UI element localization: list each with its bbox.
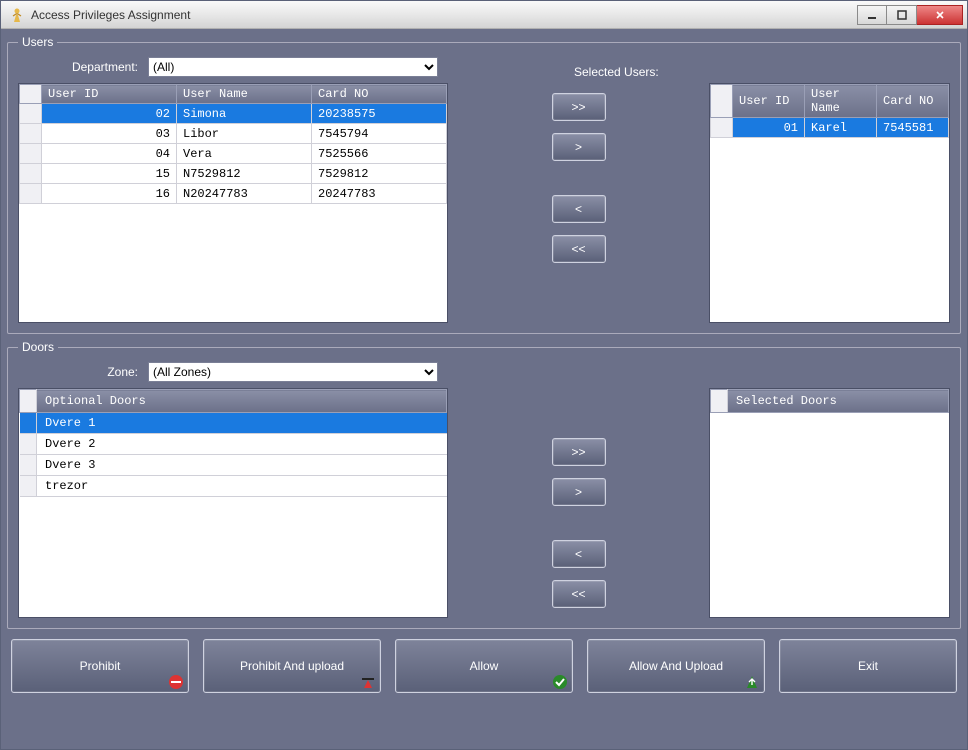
table-row[interactable]: 04Vera7525566 — [20, 144, 447, 164]
column-header[interactable]: User Name — [177, 85, 312, 104]
users-move-all-right-button[interactable]: >> — [552, 93, 606, 121]
table-row[interactable]: Dvere 3 — [20, 455, 447, 476]
column-header[interactable]: User Name — [805, 85, 877, 118]
maximize-button[interactable] — [887, 5, 917, 25]
users-move-right-button[interactable]: > — [552, 133, 606, 161]
exit-button[interactable]: Exit — [779, 639, 957, 693]
allow-icon — [552, 674, 568, 690]
upload-icon — [360, 674, 376, 690]
zone-label: Zone: — [18, 365, 138, 379]
table-row[interactable]: trezor — [20, 476, 447, 497]
client-area: Users Department: (All) Selected Users: — [1, 29, 967, 749]
table-row[interactable]: 03Libor7545794 — [20, 124, 447, 144]
users-panel: Users Department: (All) Selected Users: — [7, 35, 961, 334]
minimize-button[interactable] — [857, 5, 887, 25]
column-header[interactable]: Optional Doors — [37, 390, 447, 413]
titlebar: Access Privileges Assignment — [1, 1, 967, 29]
allow-label: Allow — [470, 659, 499, 673]
prohibit-label: Prohibit — [80, 659, 121, 673]
column-header[interactable]: User ID — [733, 85, 805, 118]
table-row[interactable]: 16N2024778320247783 — [20, 184, 447, 204]
users-legend: Users — [18, 35, 57, 49]
zone-filter: Zone: (All Zones) — [18, 362, 950, 382]
prohibit-icon — [168, 674, 184, 690]
prohibit-upload-label: Prohibit And upload — [240, 659, 344, 673]
close-button[interactable] — [917, 5, 963, 25]
zone-select[interactable]: (All Zones) — [148, 362, 438, 382]
selected-doors-grid[interactable]: Selected Doors — [709, 388, 950, 618]
window-buttons — [857, 5, 963, 25]
prohibit-button[interactable]: Prohibit — [11, 639, 189, 693]
department-label: Department: — [18, 60, 138, 74]
allow-button[interactable]: Allow — [395, 639, 573, 693]
table-row[interactable]: Dvere 2 — [20, 434, 447, 455]
table-row[interactable]: 02Simona20238575 — [20, 104, 447, 124]
doors-legend: Doors — [18, 340, 58, 354]
allow-upload-label: Allow And Upload — [629, 659, 723, 673]
action-bar: Prohibit Prohibit And upload Allow Allow… — [7, 635, 961, 701]
prohibit-upload-button[interactable]: Prohibit And upload — [203, 639, 381, 693]
column-header[interactable]: Selected Doors — [728, 390, 949, 413]
users-move-all-left-button[interactable]: << — [552, 235, 606, 263]
column-header[interactable]: Card NO — [312, 85, 447, 104]
table-row[interactable]: Dvere 1 — [20, 413, 447, 434]
app-icon — [9, 7, 25, 23]
allow-upload-icon — [744, 674, 760, 690]
doors-move-all-right-button[interactable]: >> — [552, 438, 606, 466]
users-move-left-button[interactable]: < — [552, 195, 606, 223]
doors-move-left-button[interactable]: < — [552, 540, 606, 568]
app-window: Access Privileges Assignment Users Depar… — [0, 0, 968, 750]
exit-label: Exit — [858, 659, 878, 673]
table-row[interactable]: 01Karel7545581 — [711, 118, 949, 138]
column-header[interactable]: User ID — [42, 85, 177, 104]
column-header[interactable]: Card NO — [877, 85, 949, 118]
department-select[interactable]: (All) — [148, 57, 438, 77]
doors-move-all-left-button[interactable]: << — [552, 580, 606, 608]
allow-upload-button[interactable]: Allow And Upload — [587, 639, 765, 693]
table-row[interactable]: 15N75298127529812 — [20, 164, 447, 184]
selected-users-grid[interactable]: User IDUser NameCard NO01Karel7545581 — [709, 83, 950, 323]
window-title: Access Privileges Assignment — [31, 8, 857, 22]
users-grid[interactable]: User IDUser NameCard NO02Simona202385750… — [18, 83, 448, 323]
selected-users-label: Selected Users: — [574, 65, 659, 79]
optional-doors-grid[interactable]: Optional DoorsDvere 1Dvere 2Dvere 3trezo… — [18, 388, 448, 618]
department-filter: Department: (All) — [18, 57, 458, 77]
doors-move-right-button[interactable]: > — [552, 478, 606, 506]
doors-panel: Doors Zone: (All Zones) Optional DoorsDv… — [7, 340, 961, 629]
